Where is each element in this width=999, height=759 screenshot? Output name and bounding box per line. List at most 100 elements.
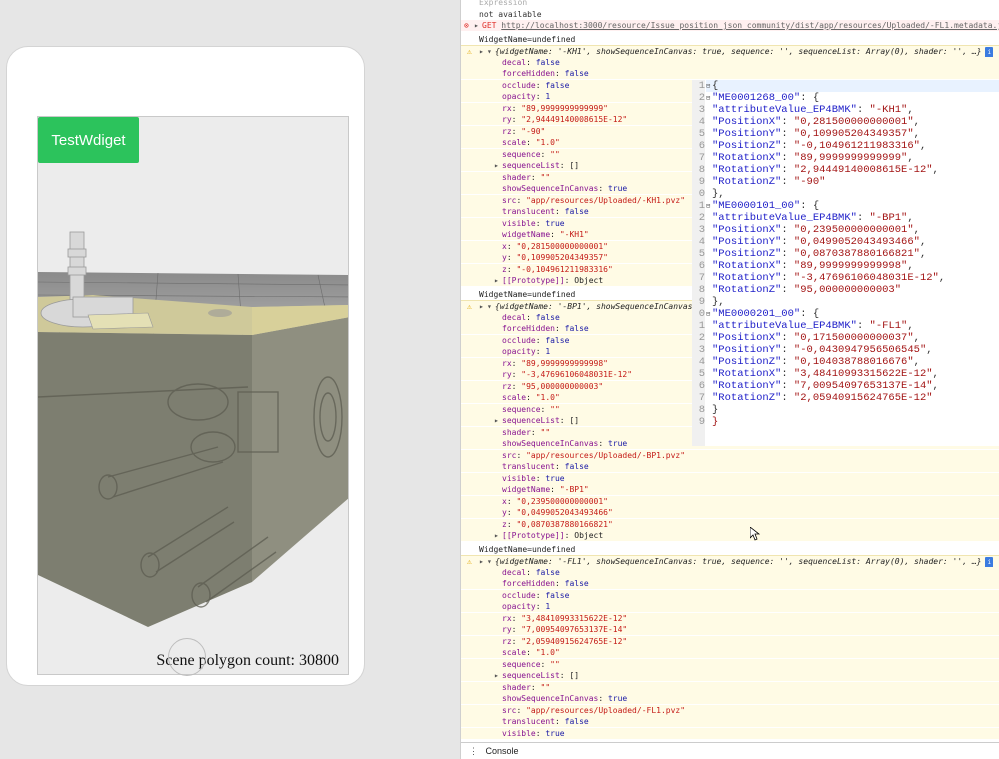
property-colon: : — [540, 404, 551, 414]
json-punctuation: , — [907, 260, 914, 272]
json-punctuation: : { — [800, 308, 820, 320]
json-value: "-3,47696106048031E-12" — [793, 272, 939, 284]
property-value: "3,48410993315622E-12" — [521, 613, 628, 623]
console-drawer-tab[interactable]: ⋮ Console — [461, 742, 999, 759]
widget-name-log: WidgetName=undefined — [461, 544, 999, 555]
line-number: 9 — [698, 416, 705, 428]
warning-object-summary[interactable]: ⚠ ▸ ▾ {widgetName: '-KH1', showSequenceInCa… — [461, 45, 999, 57]
property-key: showSequenceInCanvas — [502, 184, 599, 193]
property-key: occlude — [502, 590, 536, 600]
warning-icon: ⚠ — [467, 557, 472, 566]
json-line: "RotationY": "2,94449140008615E-12", — [706, 164, 999, 176]
property-colon: : — [550, 230, 560, 239]
property-value: "-KH1" — [559, 230, 589, 239]
property-value: "2,05940915624765E-12" — [521, 636, 628, 646]
json-line: "PositionX": "0,239500000000001", — [706, 224, 999, 236]
line-number: 4 — [698, 236, 705, 248]
json-colon: : — [781, 152, 794, 164]
object-property[interactable]: ▸ sequenceList: [] — [461, 670, 999, 681]
line-number: 6 — [698, 260, 705, 272]
expand-arrow-icon[interactable]: ▸ — [494, 670, 502, 681]
json-colon: : — [781, 140, 794, 152]
json-key: "PositionZ" — [712, 356, 782, 368]
property-value: "" — [550, 659, 560, 669]
property-colon: : — [511, 370, 522, 379]
property-key: shader — [502, 427, 531, 437]
property-value: true — [545, 728, 565, 738]
property-colon: : — [526, 567, 536, 577]
property-key: showSequenceInCanvas — [502, 694, 599, 703]
object-property: shader: "" — [461, 681, 999, 693]
network-error-line[interactable]: ⊗ ▸ GET http://localhost:3000/resource/Iss… — [461, 20, 999, 31]
line-number: 3 — [698, 104, 705, 116]
3d-viewport[interactable]: TestWdiget Scene polygon count: 30800 — [37, 116, 349, 675]
expand-arrow-icon[interactable]: ▸ — [479, 556, 487, 567]
json-line: "attributeValue_EP4BMK": "-FL1", — [706, 320, 999, 332]
property-colon: : — [535, 728, 546, 738]
property-colon: : — [511, 115, 522, 124]
collapse-arrow-icon[interactable]: ▾ — [487, 301, 495, 312]
object-property: z: "0,0870387880166821" — [461, 518, 999, 530]
property-value: "0,0870387880166821" — [516, 519, 613, 529]
line-number: 2 — [698, 212, 705, 224]
property-colon: : — [516, 195, 527, 205]
json-value: "0,109905204349357" — [793, 128, 914, 140]
json-punctuation: { — [712, 80, 719, 92]
property-key: decal — [502, 312, 527, 322]
collapse-arrow-icon[interactable]: ▾ — [487, 556, 495, 567]
line-number: 6 — [698, 380, 705, 392]
object-property: forceHidden: false — [461, 68, 999, 79]
property-key: opacity — [502, 347, 536, 356]
json-viewer[interactable]: 12345678901234567890123456789 ⊟{⊟ "ME0001… — [692, 80, 999, 446]
json-value: "2,05940915624765E-12" — [793, 392, 933, 404]
object-property: decal: false — [461, 566, 999, 578]
json-value: "2,94449140008615E-12" — [793, 164, 933, 176]
expand-arrow-icon[interactable]: ▸ — [494, 160, 502, 171]
property-colon: : — [598, 184, 608, 193]
expand-arrow-icon[interactable]: ▸ — [479, 46, 487, 57]
warning-icon: ⚠ — [467, 302, 472, 311]
object-property[interactable]: ▸ [[Prototype]]: Object — [461, 530, 999, 541]
json-line: }, — [706, 296, 999, 308]
property-colon: : — [526, 57, 536, 67]
expand-arrow-icon[interactable]: ▸ — [479, 301, 487, 312]
property-value: 1 — [545, 602, 551, 611]
line-number: 4 — [698, 116, 705, 128]
property-value: false — [535, 567, 560, 577]
kebab-menu-icon[interactable]: ⋮ — [469, 743, 483, 759]
info-icon[interactable]: i — [985, 557, 994, 567]
expand-arrow-icon[interactable]: ▸ — [474, 20, 482, 31]
3d-model-render — [38, 117, 348, 674]
object-summary: {widgetName: '-FL1', showSequenceInCanva… — [495, 557, 982, 566]
expand-arrow-icon[interactable]: ▸ — [494, 415, 502, 426]
json-line: }, — [706, 188, 999, 200]
line-number: 2 — [698, 92, 705, 104]
object-property: visible: true — [461, 727, 999, 739]
property-key: decal — [502, 57, 527, 67]
property-value: "-0,104961211983316" — [516, 264, 613, 274]
property-value: false — [564, 717, 589, 726]
property-colon: : — [511, 625, 522, 634]
expand-arrow-icon[interactable]: ▸ — [494, 275, 502, 286]
test-widget-button[interactable]: TestWdiget — [38, 117, 139, 163]
property-value: "95,000000000003" — [521, 381, 604, 391]
property-value: [] — [569, 416, 580, 425]
property-key: sequenceList — [502, 161, 560, 170]
home-button[interactable] — [168, 638, 206, 676]
property-key: visible — [502, 218, 536, 228]
object-property: forceHidden: false — [461, 578, 999, 589]
json-value: "-0,104961211983316" — [793, 140, 920, 152]
property-value: "" — [550, 404, 560, 414]
json-line: "PositionZ": "0,0870387880166821", — [706, 248, 999, 260]
property-value: "app/resources/Uploaded/-BP1.pvz" — [526, 450, 686, 460]
property-value: "0,0499052043493466" — [516, 508, 613, 517]
info-icon[interactable]: i — [985, 47, 994, 57]
expand-arrow-icon[interactable]: ▸ — [494, 530, 502, 541]
property-key: widgetName — [502, 230, 551, 239]
json-value: "0,0870387880166821" — [793, 248, 920, 260]
warning-object-summary[interactable]: ⚠ ▸ ▾ {widgetName: '-FL1', showSequenceInCa… — [461, 555, 999, 567]
error-url-link[interactable]: http://localhost:3000/resource/Issue_pos… — [501, 21, 999, 30]
collapse-arrow-icon[interactable]: ▾ — [487, 46, 495, 57]
json-line: "RotationZ": "-90" — [706, 176, 999, 188]
line-number: 5 — [698, 248, 705, 260]
